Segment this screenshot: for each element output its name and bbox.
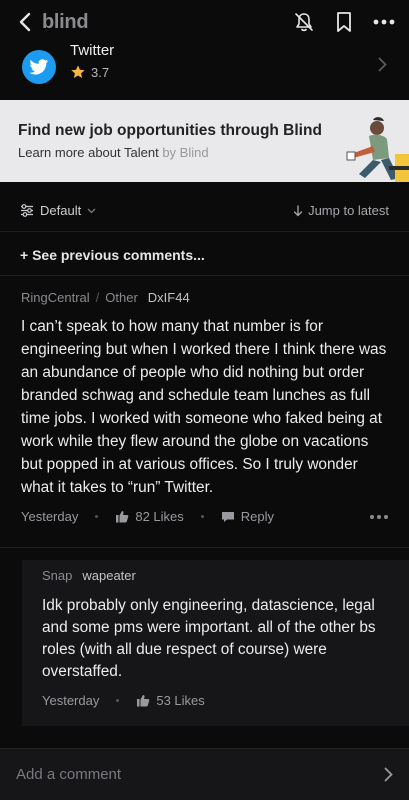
comment-more-icon[interactable] bbox=[370, 514, 388, 519]
comment-footer: Yesterday 82 Likes Reply bbox=[21, 509, 388, 524]
reply-body: Idk probably only engineering, datascien… bbox=[42, 597, 376, 680]
reply-item: Snap wapeater Idk probably only engineer… bbox=[22, 560, 409, 726]
person-illustration-icon bbox=[346, 117, 409, 182]
jump-to-latest-button[interactable]: Jump to latest bbox=[293, 203, 389, 218]
comment-item: RingCentral / Other DxIF44 I can’t speak… bbox=[0, 290, 409, 524]
chevron-right-icon bbox=[378, 57, 387, 77]
back-chevron-icon[interactable] bbox=[14, 10, 36, 34]
comment-time: Yesterday bbox=[21, 509, 79, 524]
sort-bar: Default Jump to latest bbox=[0, 190, 409, 232]
star-icon bbox=[71, 65, 85, 78]
reply-button[interactable]: Reply bbox=[221, 509, 274, 524]
jump-label: Jump to latest bbox=[308, 203, 389, 218]
twitter-logo-icon bbox=[22, 50, 56, 84]
divider bbox=[0, 547, 409, 548]
comment-company[interactable]: RingCentral bbox=[21, 290, 90, 305]
send-chevron-icon[interactable] bbox=[384, 767, 393, 782]
reply-meta: Snap wapeater bbox=[42, 568, 389, 583]
banner-title: Find new job opportunities through Blind bbox=[18, 122, 322, 139]
top-nav-bar: blind bbox=[0, 0, 409, 44]
reply-company[interactable]: Snap bbox=[42, 568, 72, 583]
rating-value: 3.7 bbox=[91, 64, 110, 80]
banner-by: by Blind bbox=[162, 145, 209, 160]
comment-compose-bar bbox=[0, 748, 409, 800]
thumbs-up-icon bbox=[137, 695, 150, 707]
header-actions bbox=[293, 11, 395, 33]
reply-username[interactable]: wapeater bbox=[82, 568, 135, 583]
thumbs-up-icon bbox=[116, 511, 129, 523]
company-row[interactable]: Twitter 3.7 bbox=[0, 40, 409, 94]
reply-like-button[interactable]: 53 Likes bbox=[136, 693, 205, 708]
filter-sliders-icon bbox=[21, 204, 33, 217]
more-icon[interactable] bbox=[373, 11, 395, 33]
comment-role: Other bbox=[105, 290, 138, 305]
comment-username[interactable]: DxIF44 bbox=[148, 290, 190, 305]
talent-banner[interactable]: Find new job opportunities through Blind… bbox=[0, 100, 409, 182]
banner-subtitle-text: Learn more about Talent bbox=[18, 145, 159, 160]
comment-input[interactable] bbox=[16, 766, 384, 783]
arrow-down-icon bbox=[293, 204, 303, 216]
dot-separator bbox=[116, 699, 120, 702]
like-count: 82 Likes bbox=[135, 509, 184, 524]
reply-footer: Yesterday 53 Likes bbox=[42, 693, 389, 708]
like-button[interactable]: 82 Likes bbox=[115, 509, 184, 524]
company-info: Twitter 3.7 bbox=[70, 43, 114, 80]
see-previous-comments-link[interactable]: + See previous comments... bbox=[0, 234, 409, 276]
reply-icon bbox=[221, 511, 234, 522]
banner-subtitle: Learn more about Talent by Blind bbox=[18, 145, 322, 160]
reply-label: Reply bbox=[240, 509, 275, 524]
sort-label: Default bbox=[40, 203, 82, 218]
comment-body: I can’t speak to how many that number is… bbox=[21, 318, 387, 496]
banner-text: Find new job opportunities through Blind… bbox=[18, 122, 322, 160]
bell-off-icon[interactable] bbox=[293, 11, 315, 33]
meta-separator: / bbox=[95, 290, 100, 305]
sort-dropdown[interactable]: Default bbox=[20, 203, 102, 218]
bookmark-icon[interactable] bbox=[333, 11, 355, 33]
reply-time: Yesterday bbox=[42, 693, 100, 708]
dot-separator bbox=[200, 515, 204, 518]
thread-page: blind Twitter 3.7 Find new job opportuni… bbox=[0, 0, 409, 800]
reply-like-count: 53 Likes bbox=[156, 693, 205, 708]
company-name: Twitter bbox=[70, 42, 115, 59]
comment-meta: RingCentral / Other DxIF44 bbox=[21, 290, 388, 305]
dot-separator bbox=[95, 515, 99, 518]
company-rating: 3.7 bbox=[70, 64, 114, 80]
chevron-down-icon bbox=[87, 208, 96, 213]
blind-logo[interactable]: blind bbox=[42, 11, 89, 34]
